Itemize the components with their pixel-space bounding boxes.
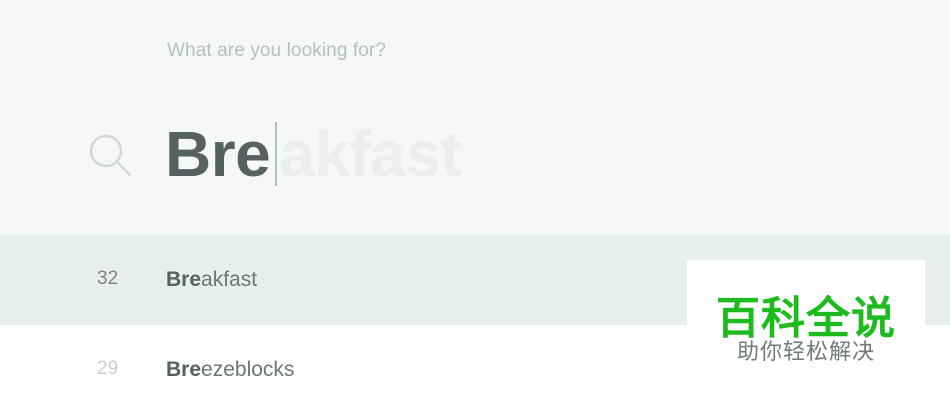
result-title: Breezeblocks: [166, 358, 294, 382]
search-input[interactable]: Bre akfast: [165, 118, 462, 190]
search-panel: What are you looking for? Bre akfast: [0, 0, 950, 235]
result-rest: akfast: [201, 268, 258, 291]
watermark-logo: 百科全说 助你轻松解决: [687, 260, 925, 372]
result-title: Breakfast: [166, 268, 257, 292]
text-caret: [275, 122, 278, 186]
result-count: 32: [97, 268, 119, 289]
result-match: Bre: [166, 268, 202, 291]
watermark-subtitle: 助你轻松解决: [736, 340, 875, 365]
result-rest: ezeblocks: [201, 358, 295, 381]
search-icon[interactable]: [88, 133, 134, 179]
autocomplete-suggestion: akfast: [279, 118, 462, 190]
search-prompt: What are you looking for?: [167, 40, 387, 61]
result-count: 29: [97, 358, 119, 379]
result-match: Bre: [166, 358, 202, 381]
typed-query: Bre: [165, 118, 271, 190]
